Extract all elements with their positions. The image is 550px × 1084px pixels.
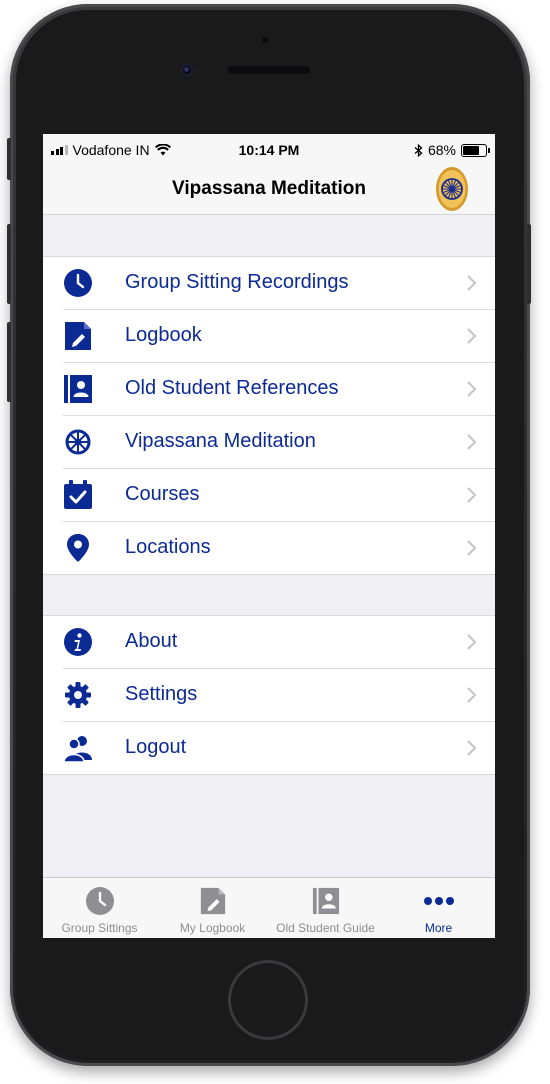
tab-my-logbook[interactable]: My Logbook [156, 878, 269, 938]
chevron-right-icon [467, 687, 477, 703]
tab-label: My Logbook [179, 921, 246, 935]
icon-wrap [63, 268, 93, 298]
volume-up-button [7, 224, 11, 304]
tab-icon-wrap [43, 886, 156, 916]
tab-label: Group Sittings [61, 921, 138, 935]
info-icon [64, 628, 92, 656]
tab-old-student-guide[interactable]: Old Student Guide [269, 878, 382, 938]
chevron-right-icon [467, 634, 477, 650]
tab-icon-wrap [156, 886, 269, 916]
calendar-check-icon [64, 480, 92, 509]
users-icon [63, 736, 92, 763]
tab-bar: Group Sittings My Logbook Old Student Gu… [43, 877, 495, 938]
proximity-sensor [262, 37, 268, 43]
battery-percent: 68% [427, 142, 456, 158]
navigation-bar: Vipassana Meditation [43, 164, 495, 215]
power-button [527, 224, 531, 304]
menu-item-logbook[interactable]: Logbook [63, 310, 495, 363]
menu-item-vipassana-meditation[interactable]: Vipassana Meditation [63, 416, 495, 469]
chevron-right-icon [467, 487, 477, 503]
home-button[interactable] [228, 960, 308, 1040]
map-pin-icon [67, 534, 89, 562]
menu-item-label: Group Sitting Recordings [125, 271, 349, 293]
status-right-group: 68% [414, 142, 490, 158]
menu-group-account: About Settings Logout [43, 615, 495, 775]
menu-item-label: Vipassana Meditation [125, 430, 316, 452]
page-title: Vipassana Meditation [172, 178, 366, 199]
tab-icon-wrap [269, 886, 382, 916]
icon-wrap [63, 427, 93, 457]
tab-group-sittings[interactable]: Group Sittings [43, 878, 156, 938]
volume-down-button [7, 322, 11, 402]
status-bar: Vodafone IN 10:14 PM 68% [43, 134, 495, 164]
chevron-right-icon [467, 540, 477, 556]
battery-icon [461, 143, 490, 157]
menu-item-logout[interactable]: Logout [63, 722, 495, 774]
contact-book-icon [64, 375, 92, 403]
tab-label: More [424, 921, 453, 935]
clock-icon [85, 887, 114, 915]
icon-wrap [63, 680, 93, 710]
chevron-right-icon [467, 275, 477, 291]
menu-item-label: Courses [125, 483, 200, 505]
tab-label: Old Student Guide [276, 921, 375, 935]
contact-book-icon [312, 887, 339, 915]
menu-item-old-student-references[interactable]: Old Student References [63, 363, 495, 416]
edit-note-icon [65, 322, 91, 350]
icon-wrap [63, 321, 93, 351]
menu-group-main: Group Sitting Recordings Logbook Old Stu… [43, 256, 495, 575]
app-screen: Vodafone IN 10:14 PM 68% Vipassana Medit… [43, 134, 495, 938]
menu-item-label: Old Student References [125, 377, 339, 399]
menu-item-group-sitting-recordings[interactable]: Group Sitting Recordings [63, 257, 495, 310]
mute-switch [7, 138, 11, 180]
icon-wrap [63, 374, 93, 404]
icon-wrap [63, 533, 93, 563]
menu-item-label: About [125, 630, 178, 652]
icon-wrap [63, 480, 93, 510]
menu-item-label: Logout [125, 736, 187, 758]
dhamma-wheel-icon [65, 429, 91, 455]
chevron-right-icon [467, 328, 477, 344]
menu-item-locations[interactable]: Locations [63, 522, 495, 574]
menu-item-label: Settings [125, 683, 198, 705]
bluetooth-icon [414, 143, 423, 157]
more-dots-icon [423, 897, 454, 905]
icon-wrap [63, 627, 93, 657]
menu-item-about[interactable]: About [63, 616, 495, 669]
chevron-right-icon [467, 434, 477, 450]
icon-wrap [63, 733, 93, 763]
menu-item-label: Locations [125, 536, 211, 558]
tab-more[interactable]: More [382, 878, 495, 938]
edit-note-icon [200, 887, 225, 915]
menu-item-courses[interactable]: Courses [63, 469, 495, 522]
dhamma-wheel-logo-icon [436, 167, 468, 211]
chevron-right-icon [467, 381, 477, 397]
menu-item-label: Logbook [125, 324, 202, 346]
front-camera [180, 63, 194, 77]
clock-icon [64, 269, 92, 297]
chevron-right-icon [467, 740, 477, 756]
gear-icon [65, 682, 91, 708]
menu-item-settings[interactable]: Settings [63, 669, 495, 722]
tab-icon-wrap [382, 886, 495, 916]
earpiece-speaker [228, 66, 310, 74]
